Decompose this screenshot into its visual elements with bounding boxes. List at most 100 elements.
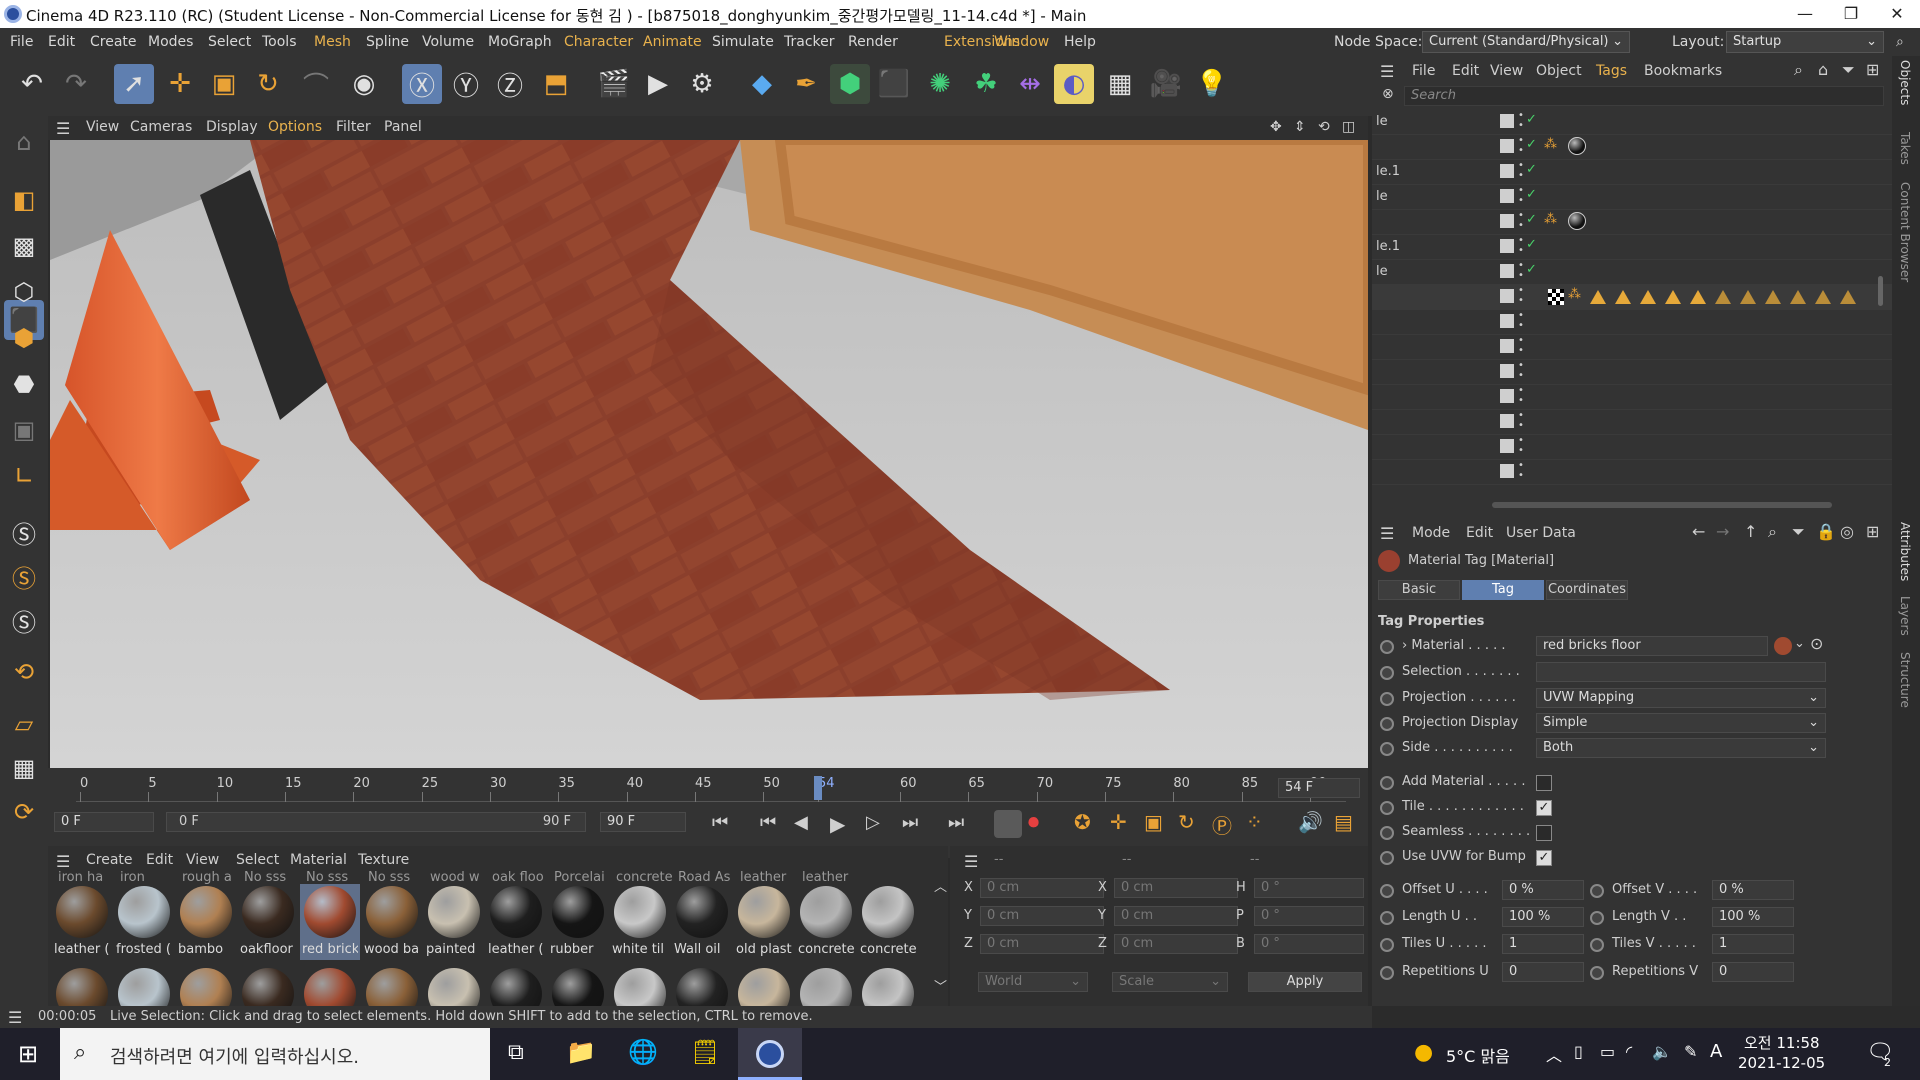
live-selection-icon[interactable]: ➚ xyxy=(114,64,154,104)
size-x-field[interactable]: 0 cm xyxy=(1114,878,1238,898)
editor-visibility-icon[interactable] xyxy=(1500,414,1514,428)
material-swatch[interactable]: rubber xyxy=(548,884,608,960)
anim-dot[interactable] xyxy=(1380,666,1394,680)
material-menu-view[interactable]: View xyxy=(186,852,219,868)
side-tab-layers[interactable]: Layers xyxy=(1898,596,1912,636)
anim-dot[interactable] xyxy=(1380,826,1394,840)
render-visibility-icon[interactable]: • • xyxy=(1518,311,1524,331)
editor-visibility-icon[interactable] xyxy=(1500,389,1514,403)
offset-v-field[interactable]: 0 % xyxy=(1712,880,1794,900)
obj-menu-tags[interactable]: Tags xyxy=(1596,63,1627,79)
grid-icon[interactable]: ▦ xyxy=(4,748,44,788)
anim-dot[interactable] xyxy=(1380,938,1394,952)
sound-icon[interactable]: 🔊 xyxy=(1298,810,1323,834)
render-view-icon[interactable]: 🎬 xyxy=(594,64,634,104)
rotation-p-field[interactable]: 0 ° xyxy=(1254,906,1364,926)
viewport-menu-panel[interactable]: Panel xyxy=(384,119,422,135)
menu-mesh[interactable]: Mesh xyxy=(314,34,351,50)
rotate-icon[interactable]: ↻ xyxy=(248,64,288,104)
material-swatch[interactable]: leather ( xyxy=(486,884,546,960)
phong-tag-icon[interactable] xyxy=(1790,290,1806,304)
material-swatch[interactable]: painted xyxy=(424,884,484,960)
snap-icon[interactable]: Ⓢ xyxy=(4,512,44,552)
editor-visibility-icon[interactable] xyxy=(1500,214,1514,228)
side-tab-attributes[interactable]: Attributes xyxy=(1898,522,1912,581)
anim-dot[interactable] xyxy=(1380,640,1394,654)
next-frame-icon[interactable]: ▷ xyxy=(866,812,880,833)
projection-display-dropdown[interactable]: Simple ⌄ xyxy=(1536,713,1826,733)
play-icon[interactable]: ▶ xyxy=(830,812,845,836)
side-tab-takes[interactable]: Takes xyxy=(1898,132,1912,165)
object-row[interactable]: • • xyxy=(1372,360,1892,385)
uvw-tag-icon[interactable] xyxy=(1548,289,1564,305)
node-space-dropdown[interactable]: Current (Standard/Physical) ⌄ xyxy=(1422,31,1630,53)
close-icon[interactable]: ✕ xyxy=(1874,0,1920,28)
maximize-icon[interactable]: ❐ xyxy=(1828,0,1874,28)
side-tab-objects[interactable]: Objects xyxy=(1898,60,1912,105)
hamburger-icon[interactable]: ☰ xyxy=(8,1008,22,1027)
key-pla-icon[interactable]: ⁘ xyxy=(1246,810,1263,834)
coordinate-space-dropdown[interactable]: World ⌄ xyxy=(978,972,1088,992)
object-row[interactable]: • • xyxy=(1372,460,1892,485)
hamburger-icon[interactable]: ☰ xyxy=(56,119,70,138)
forward-icon[interactable]: → xyxy=(1716,522,1729,541)
move-view-icon[interactable]: ✥ xyxy=(1270,119,1282,135)
sculpt-icon[interactable]: ⟳ xyxy=(4,792,44,832)
uv-mode-icon[interactable]: ▣ xyxy=(4,410,44,450)
enabled-check-icon[interactable]: ✓ xyxy=(1526,137,1537,152)
phong-tag-icon[interactable] xyxy=(1840,290,1856,304)
length-v-field[interactable]: 100 % xyxy=(1712,907,1794,927)
horizontal-scrollbar[interactable] xyxy=(1492,502,1832,508)
side-tab-structure[interactable]: Structure xyxy=(1898,652,1912,708)
material-preview-icon[interactable] xyxy=(676,968,728,1006)
hamburger-icon[interactable]: ☰ xyxy=(1380,524,1394,543)
obj-menu-bookmarks[interactable]: Bookmarks xyxy=(1644,63,1722,79)
search-icon[interactable]: ⌕ xyxy=(1896,34,1904,50)
render-visibility-icon[interactable]: • • xyxy=(1518,436,1524,456)
viewport-menu-cameras[interactable]: Cameras xyxy=(130,119,192,135)
record-icon[interactable] xyxy=(994,810,1022,838)
volume-icon[interactable]: 🔈 xyxy=(1652,1042,1672,1061)
current-frame-field[interactable]: 54 F xyxy=(1278,778,1360,798)
menu-character[interactable]: Character xyxy=(564,34,633,50)
scroll-up-icon[interactable]: ︿ xyxy=(934,876,947,895)
vertical-scrollbar[interactable] xyxy=(1878,276,1883,306)
render-visibility-icon[interactable]: • • xyxy=(1518,186,1524,206)
anim-dot[interactable] xyxy=(1380,851,1394,865)
material-link-field[interactable]: red bricks floor xyxy=(1536,636,1768,656)
minimize-icon[interactable]: — xyxy=(1782,0,1828,28)
object-row[interactable]: • • ✓ ⁂ xyxy=(1372,210,1892,235)
search-icon[interactable]: ⌕ xyxy=(1768,522,1777,542)
y-axis-icon[interactable]: Ⓨ xyxy=(446,64,486,104)
menu-tools[interactable]: Tools xyxy=(262,34,297,50)
enabled-check-icon[interactable]: ✓ xyxy=(1526,212,1537,227)
viewport-menu-options[interactable]: Options xyxy=(268,119,322,135)
edges-mode-icon[interactable]: ⬢ xyxy=(4,318,44,358)
material-preview-icon[interactable] xyxy=(118,968,170,1006)
move-icon[interactable]: ✛ xyxy=(160,64,200,104)
material-preview-icon[interactable] xyxy=(366,968,418,1006)
rotation-h-field[interactable]: 0 ° xyxy=(1254,878,1364,898)
new-panel-icon[interactable]: ⊞ xyxy=(1866,60,1879,79)
anim-dot[interactable] xyxy=(1590,884,1604,898)
network-icon[interactable]: ◜ xyxy=(1626,1042,1632,1061)
viewport-menu-filter[interactable]: Filter xyxy=(336,119,371,135)
tiles-v-field[interactable]: 1 xyxy=(1712,934,1794,954)
material-swatch[interactable]: red brick xyxy=(300,884,360,960)
chevron-down-icon[interactable]: ⌄ xyxy=(1794,636,1805,651)
selection-field[interactable] xyxy=(1536,662,1826,682)
size-mode-dropdown[interactable]: Scale ⌄ xyxy=(1112,972,1228,992)
select-icon[interactable]: ◉ xyxy=(344,64,384,104)
anim-dot[interactable] xyxy=(1380,692,1394,706)
file-explorer-icon[interactable]: 📁 xyxy=(566,1038,596,1066)
use-uvw-checkbox[interactable]: ✓ xyxy=(1536,850,1552,866)
sticky-notes-icon[interactable]: 🗒 xyxy=(690,1038,720,1066)
clear-search-icon[interactable]: ⊗ xyxy=(1382,86,1394,102)
frame-range-slider[interactable]: 0 F 90 F xyxy=(166,812,586,832)
render-settings-icon[interactable]: ⚙ xyxy=(682,64,722,104)
extrude-icon[interactable]: ⬛ xyxy=(874,64,914,104)
clock-date[interactable]: 2021-12-05 xyxy=(1738,1054,1825,1072)
previous-frame-icon[interactable]: ◀ xyxy=(794,812,808,833)
field-icon[interactable]: ◐ xyxy=(1054,64,1094,104)
side-dropdown[interactable]: Both ⌄ xyxy=(1536,738,1826,758)
